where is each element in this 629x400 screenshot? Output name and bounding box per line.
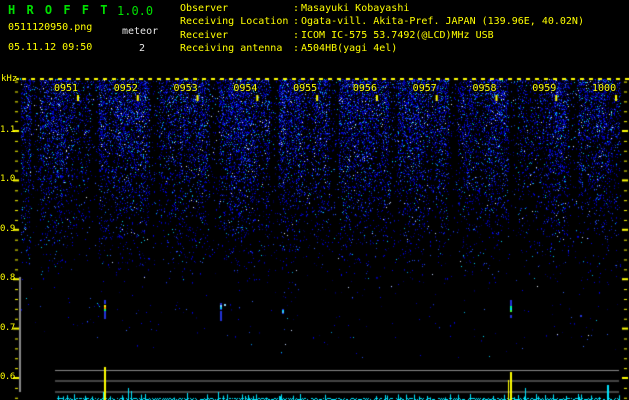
info-row-location: Receiving Location : Ogata-vill. Akita-P…: [180, 16, 584, 29]
y-tick-label: 1.0: [0, 174, 15, 185]
x-tick-label: 0958: [472, 83, 497, 94]
x-tick-label: 0953: [173, 83, 198, 94]
info-separator: :: [293, 3, 300, 14]
x-tick-label: 0957: [412, 83, 437, 94]
y-tick-label: 1.1: [0, 125, 15, 135]
y-axis-unit-label: kHz: [1, 74, 18, 84]
info-value: Ogata-vill. Akita-Pref. JAPAN (139.96E, …: [301, 16, 584, 28]
info-value: A504HB(yagi 4el): [301, 43, 398, 55]
y-tick-label: 0.9: [0, 223, 15, 234]
x-tick-label: 0955: [293, 83, 318, 94]
x-tick-label: 0956: [352, 83, 377, 94]
output-filename: 0511120950.png: [8, 22, 93, 33]
app-title: H R O F F T: [8, 3, 110, 17]
x-tick-label: 0951: [54, 83, 79, 94]
date-time: 05.11.12 09:50: [8, 42, 93, 53]
info-separator: :: [293, 43, 300, 55]
info-label: Observer: [180, 3, 229, 14]
spectrogram-canvas: [0, 0, 629, 400]
info-value: Masayuki Kobayashi: [301, 3, 410, 14]
y-tick-label: 0.8: [0, 273, 15, 284]
info-label: Receiving Location: [180, 16, 289, 28]
meteor-count: 2: [139, 43, 146, 54]
hrofft-screen: H R O F F T 1.0.0 0511120950.png meteor …: [0, 0, 629, 400]
x-tick-label: 0954: [233, 83, 258, 94]
x-tick-label: 0959: [532, 83, 557, 94]
info-label: Receiver: [180, 29, 229, 41]
app-version: 1.0.0: [117, 4, 154, 18]
y-tick-label: 0.7: [0, 322, 15, 333]
info-row-receiver: Receiver : ICOM IC-575 53.7492(@LCD)MHz …: [180, 30, 584, 43]
info-separator: :: [293, 16, 300, 28]
info-label: Receiving antenna: [180, 43, 283, 55]
info-row-antenna: Receiving antenna : A504HB(yagi 4el): [180, 43, 584, 56]
station-info: Observer : Masayuki Kobayashi Receiving …: [180, 3, 584, 57]
info-separator: :: [293, 29, 300, 41]
mode-label: meteor: [122, 26, 159, 37]
info-row-observer: Observer : Masayuki Kobayashi: [180, 3, 584, 16]
x-tick-label: 1000: [592, 83, 617, 94]
x-tick-label: 0952: [113, 83, 138, 94]
y-tick-label: 0.6: [0, 372, 15, 382]
info-value: ICOM IC-575 53.7492(@LCD)MHz USB: [301, 29, 494, 41]
